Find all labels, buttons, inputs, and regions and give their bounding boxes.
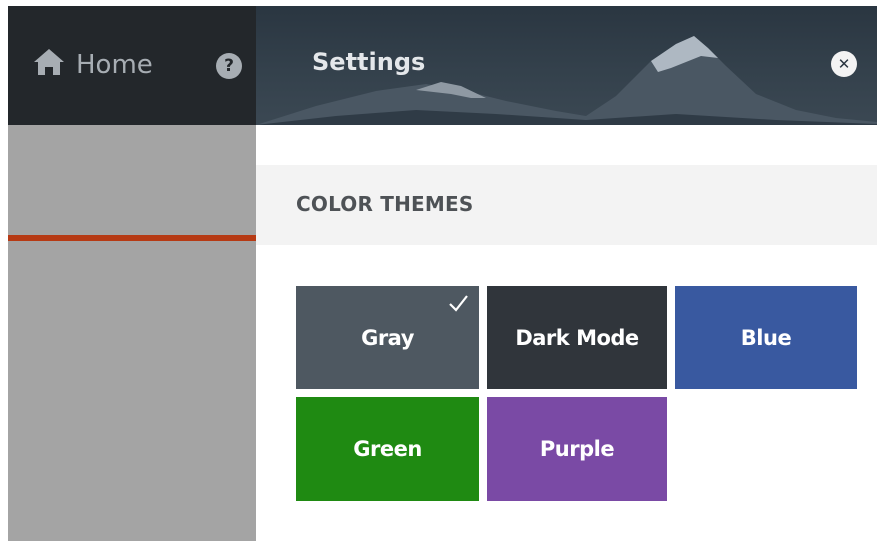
left-edge: [0, 0, 8, 541]
close-icon: ✕: [837, 55, 851, 73]
left-content-area: [8, 125, 256, 541]
left-header: Home ?: [8, 6, 256, 125]
help-icon[interactable]: ?: [216, 53, 242, 79]
home-link[interactable]: Home: [32, 46, 153, 84]
theme-label: Gray: [361, 325, 414, 350]
theme-swatch-gray[interactable]: Gray: [296, 286, 479, 389]
theme-swatch-green[interactable]: Green: [296, 397, 479, 501]
theme-swatch-purple[interactable]: Purple: [487, 397, 667, 501]
checkmark-icon: [449, 295, 468, 312]
settings-body: COLOR THEMES Gray Dark Mode Blue Green P…: [256, 125, 877, 541]
home-label: Home: [76, 50, 153, 80]
theme-swatch-blue[interactable]: Blue: [675, 286, 857, 389]
theme-label: Green: [353, 437, 422, 461]
settings-header: Settings ✕: [256, 6, 877, 125]
home-icon: [32, 47, 66, 84]
theme-swatch-dark-mode[interactable]: Dark Mode: [487, 286, 667, 389]
close-button[interactable]: ✕: [831, 51, 857, 77]
active-accent-line: [8, 235, 256, 241]
theme-label: Dark Mode: [515, 325, 639, 350]
help-glyph: ?: [224, 56, 234, 76]
theme-label: Purple: [539, 437, 615, 461]
theme-label: Blue: [740, 325, 792, 350]
settings-title: Settings: [312, 48, 426, 76]
section-header: COLOR THEMES: [256, 165, 877, 245]
section-title: COLOR THEMES: [296, 192, 474, 216]
